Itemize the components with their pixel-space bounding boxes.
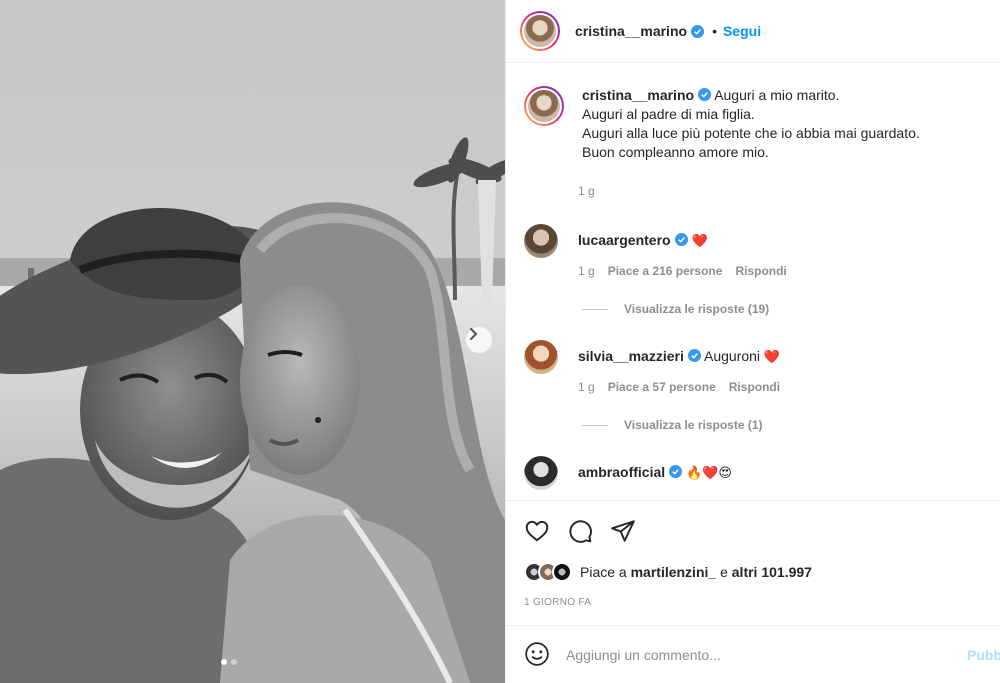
post-date[interactable]: 1 GIORNO FA: [524, 597, 591, 608]
carousel-next-button[interactable]: [466, 327, 492, 353]
likes-summary[interactable]: Piace a martilenzini_ e altri 101.997: [524, 562, 812, 582]
heart-emoji: ❤️: [691, 234, 708, 249]
liker-avatar: [552, 562, 572, 582]
likes-user[interactable]: martilenzini_: [631, 564, 717, 580]
comment-text: Auguroni: [703, 348, 761, 364]
heart-outline-icon[interactable]: [524, 518, 550, 544]
reply-button[interactable]: Rispondi: [729, 380, 780, 394]
verified-badge-icon: [687, 349, 701, 362]
likes-text: Piace a martilenzini_ e altri 101.997: [580, 564, 812, 580]
post-photo: [0, 0, 505, 683]
comment-username[interactable]: silvia__mazzieri: [578, 348, 684, 364]
carousel-dot-active: [221, 659, 227, 665]
likes-prefix: Piace a: [580, 564, 627, 580]
caption-line: Buon compleanno amore mio.: [582, 144, 769, 160]
caption-username[interactable]: cristina__marino: [582, 87, 694, 103]
comment-likes[interactable]: Piace a 216 persone: [608, 264, 723, 278]
paper-plane-icon[interactable]: [610, 518, 636, 544]
reply-button[interactable]: Rispondi: [735, 264, 786, 278]
comment-meta: 1 g Piace a 57 persone Rispondi: [578, 380, 780, 394]
comment-time[interactable]: 1 g: [578, 380, 595, 394]
verified-badge-icon: [691, 24, 705, 38]
verified-badge-icon: [674, 233, 688, 246]
caption-avatar[interactable]: [524, 86, 564, 126]
comment-item: ambraofficial 🔥❤️😍: [524, 456, 994, 490]
comments-scroll-area[interactable]: cristina__marino Auguri a mio marito. Au…: [506, 64, 1000, 500]
view-replies-label: Visualizza le risposte (1): [624, 418, 763, 432]
comment-composer: Pubb: [506, 625, 1000, 683]
caption-line: Auguri al padre di mia figlia.: [582, 106, 755, 122]
comment-item: silvia__mazzieri Auguroni ❤️: [524, 340, 994, 374]
replies-divider: [582, 308, 608, 310]
caption-line: Auguri a mio marito.: [714, 87, 840, 103]
post-actions: Piace a martilenzini_ e altri 101.997 1 …: [506, 500, 1000, 608]
comment-avatar[interactable]: [524, 224, 558, 258]
comment-meta: 1 g Piace a 216 persone Rispondi: [578, 264, 787, 278]
comment-avatar[interactable]: [524, 456, 558, 490]
comment-username[interactable]: ambraofficial: [578, 464, 665, 480]
verified-badge-icon: [698, 88, 712, 101]
header-separator: •: [712, 23, 717, 39]
view-replies-label: Visualizza le risposte (19): [624, 302, 770, 316]
carousel-indicator: [221, 659, 237, 665]
carousel-dot: [231, 659, 237, 665]
comment-likes[interactable]: Piace a 57 persone: [608, 380, 716, 394]
view-replies-button[interactable]: Visualizza le risposte (19): [582, 302, 769, 316]
replies-divider: [582, 424, 608, 426]
comment-time[interactable]: 1 g: [578, 264, 595, 278]
comment-username[interactable]: luca​argentero: [578, 232, 671, 248]
likes-middle: e: [720, 564, 728, 580]
photo-illustration: [0, 0, 505, 683]
caption: cristina__marino Auguri a mio marito. Au…: [524, 86, 994, 162]
chevron-right-icon: [470, 328, 478, 340]
post-side-panel: cristina__marino • Segui cristina__marin…: [505, 0, 1000, 683]
comment-input[interactable]: [566, 646, 926, 663]
post-header: cristina__marino • Segui: [506, 0, 1000, 63]
comment-avatar[interactable]: [524, 340, 558, 374]
heart-emoji: ❤️: [763, 350, 781, 365]
smiley-icon[interactable]: [524, 641, 550, 667]
caption-meta: 1 g: [578, 184, 595, 198]
emoji-reaction: 🔥❤️😍: [686, 466, 732, 481]
likes-others[interactable]: altri 101.997: [732, 564, 812, 580]
author-username[interactable]: cristina__marino: [575, 23, 687, 39]
view-replies-button[interactable]: Visualizza le risposte (1): [582, 418, 763, 432]
verified-badge-icon: [669, 465, 683, 478]
caption-time[interactable]: 1 g: [578, 184, 595, 198]
author-avatar[interactable]: [520, 11, 560, 51]
comment-item: luca​argentero ❤️: [524, 224, 994, 258]
speech-bubble-icon[interactable]: [567, 518, 593, 544]
publish-button[interactable]: Pubb: [967, 647, 1000, 663]
caption-line: Auguri alla luce più potente che io abbi…: [582, 125, 920, 141]
follow-button[interactable]: Segui: [723, 23, 761, 39]
